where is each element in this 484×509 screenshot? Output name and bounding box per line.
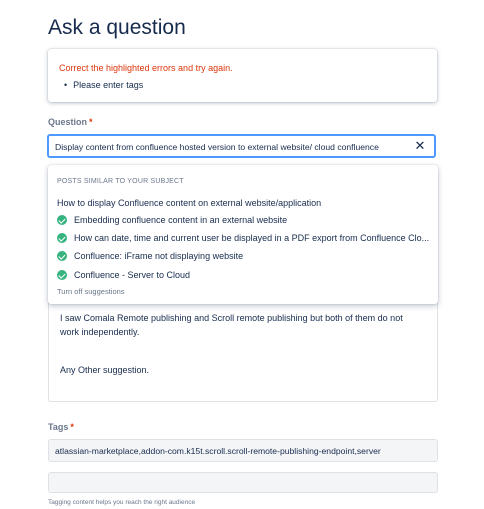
similar-post-title[interactable]: Confluence: iFrame not displaying websit… (74, 251, 243, 261)
error-item: • Please enter tags (64, 80, 143, 90)
tags-input[interactable]: atlassian-marketplace,addon-com.k15t.scr… (48, 439, 438, 462)
close-icon[interactable]: ✕ (413, 139, 427, 153)
tags-label: Tags * (48, 422, 74, 432)
similar-posts-panel: POSTS SIMILAR TO YOUR SUBJECT How to dis… (48, 165, 438, 304)
required-mark: * (70, 422, 74, 432)
required-mark: * (89, 117, 93, 127)
question-label-text: Question (48, 117, 88, 127)
error-title: Correct the highlighted errors and try a… (59, 63, 233, 73)
tags-input-value[interactable]: atlassian-marketplace,addon-com.k15t.scr… (55, 446, 381, 456)
check-circle-icon (57, 233, 67, 243)
question-input[interactable]: Display content from confluence hosted v… (47, 134, 436, 158)
similar-post-item[interactable]: Confluence - Server to Cloud (57, 268, 190, 282)
check-circle-icon (57, 215, 67, 225)
similar-post-title[interactable]: How can date, time and current user be d… (74, 233, 429, 243)
body-line: I saw Comala Remote publishing and Scrol… (60, 313, 403, 323)
bullet-icon: • (64, 80, 68, 90)
question-input-value[interactable]: Display content from confluence hosted v… (55, 142, 379, 152)
tags-label-text: Tags (48, 422, 69, 432)
page-title: Ask a question (48, 16, 186, 39)
tags-entry-field[interactable] (48, 472, 438, 493)
body-line: Any Other suggestion. (60, 365, 150, 375)
similar-post-title[interactable]: Embedding confluence content in an exter… (74, 215, 287, 225)
check-circle-icon (57, 270, 67, 280)
check-circle-icon (57, 251, 67, 261)
similar-post-item[interactable]: How can date, time and current user be d… (57, 231, 429, 245)
error-message-box: Correct the highlighted errors and try a… (48, 49, 437, 102)
turn-off-suggestions-link[interactable]: Turn off suggestions (57, 287, 125, 296)
similar-post-item[interactable]: Embedding confluence content in an exter… (57, 213, 287, 227)
similar-posts-header: POSTS SIMILAR TO YOUR SUBJECT (57, 178, 184, 185)
question-label: Question * (48, 117, 93, 127)
error-item-text: Please enter tags (73, 80, 144, 90)
similar-post-item[interactable]: Confluence: iFrame not displaying websit… (57, 249, 243, 263)
similar-post-link[interactable]: How to display Confluence content on ext… (57, 198, 321, 208)
question-body-editor[interactable]: I saw Comala Remote publishing and Scrol… (48, 300, 438, 402)
tags-helper-text: Tagging content helps you reach the righ… (48, 499, 196, 506)
similar-post-title[interactable]: Confluence - Server to Cloud (74, 270, 190, 280)
body-line: work independently. (60, 327, 140, 337)
